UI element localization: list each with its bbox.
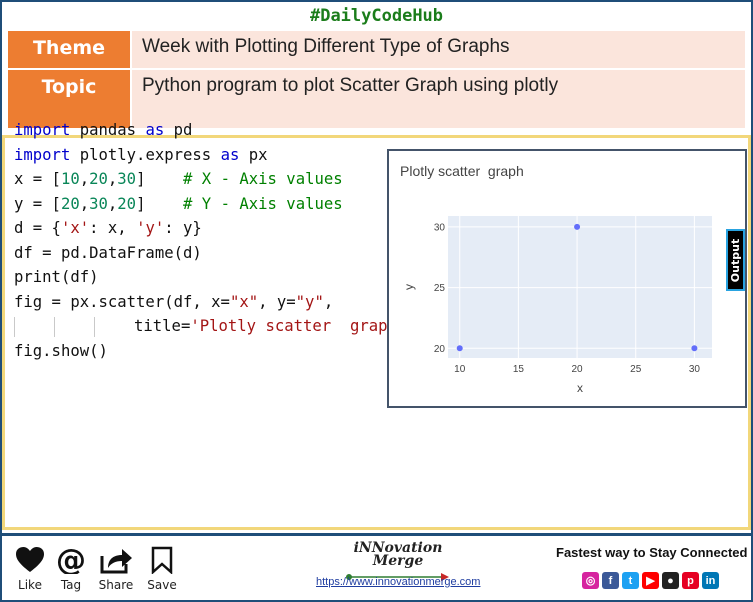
save-label: Save: [147, 578, 177, 592]
plot-area: [448, 216, 712, 358]
code-line: df = pd.DataFrame(d): [14, 243, 202, 262]
code-line: title='Plotly scatter graph'): [14, 314, 416, 339]
like-button[interactable]: Like: [10, 546, 50, 592]
theme-row: Theme Week with Plotting Different Type …: [8, 31, 745, 68]
theme-value: Week with Plotting Different Type of Gra…: [132, 31, 745, 68]
social-links: ◎ f t ▶ ● p in: [582, 572, 719, 589]
code-line: x = [10,20,30] # X - Axis values: [14, 170, 343, 188]
code-line: y = [20,30,20] # Y - Axis values: [14, 194, 343, 213]
scatter-point: [574, 223, 581, 230]
y-tick-label: 30: [434, 222, 446, 233]
pinterest-icon[interactable]: p: [682, 572, 699, 589]
scatter-chart: 10 15 20 25 30 20 25 30 x y: [402, 216, 712, 395]
code-line: fig.show(): [14, 341, 108, 360]
tag-button[interactable]: @ Tag: [51, 546, 91, 592]
x-tick-label: 30: [689, 364, 701, 375]
x-axis-label: x: [577, 381, 583, 395]
x-tick-label: 20: [572, 364, 584, 375]
linkedin-icon[interactable]: in: [702, 572, 719, 589]
code-line: fig = px.scatter(df, x="x", y="y",: [14, 292, 334, 311]
instagram-icon[interactable]: ◎: [582, 572, 599, 589]
x-tick-label: 15: [513, 364, 525, 375]
scatter-point: [691, 345, 698, 352]
code-block: import pandas as pd import plotly.express…: [14, 118, 416, 363]
output-panel: Plotly scatter graph 10 15 20 25 30 20 25 30 x y: [387, 149, 747, 408]
x-tick-label: 25: [630, 364, 642, 375]
share-label: Share: [98, 578, 134, 592]
like-label: Like: [18, 578, 42, 592]
scatter-point: [456, 345, 463, 352]
y-tick-label: 20: [434, 344, 446, 355]
share-icon: [100, 549, 132, 574]
code-line: import plotly.express as px: [14, 145, 268, 164]
facebook-icon[interactable]: f: [602, 572, 619, 589]
code-line: d = {'x': x, 'y': y}: [14, 219, 202, 237]
share-button[interactable]: Share: [96, 546, 136, 592]
code-line: print(df): [14, 268, 99, 286]
footer-divider: [0, 533, 753, 536]
theme-label: Theme: [8, 31, 130, 68]
tag-label: Tag: [60, 578, 82, 592]
at-icon: @: [56, 546, 86, 574]
hashtag-title: #DailyCodeHub: [309, 6, 444, 26]
svg-text:@: @: [56, 546, 86, 574]
github-icon[interactable]: ●: [662, 572, 679, 589]
website-link[interactable]: https://www.innovationmerge.com: [316, 576, 480, 588]
y-axis-label: y: [402, 284, 416, 290]
youtube-icon[interactable]: ▶: [642, 572, 659, 589]
twitter-icon[interactable]: t: [622, 572, 639, 589]
bookmark-icon: [151, 546, 173, 574]
tagline: Fastest way to Stay Connected: [556, 545, 748, 560]
x-tick-label: 10: [454, 364, 466, 375]
output-tab-label: Output: [729, 238, 742, 282]
output-tab[interactable]: Output: [726, 229, 745, 291]
y-tick-label: 25: [434, 283, 446, 294]
save-button[interactable]: Save: [142, 546, 182, 592]
code-line: import pandas as pd: [14, 121, 193, 139]
logo-text: iNNovation Merge: [353, 540, 443, 569]
heart-icon: [16, 547, 44, 572]
